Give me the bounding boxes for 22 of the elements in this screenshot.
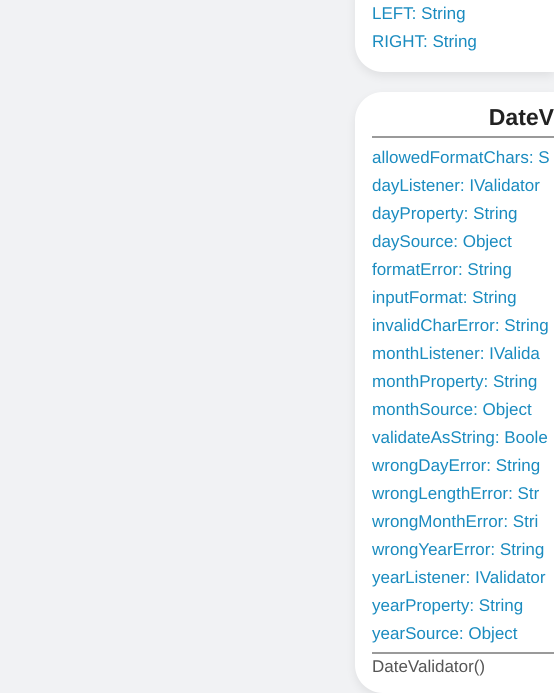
attribute-text: monthProperty: String	[372, 371, 538, 393]
attribute-text: yearListener: IValidator	[372, 567, 547, 589]
attribute-text: allowedFormatChars: S	[372, 147, 551, 169]
attribute-text: invalidCharError: String	[372, 315, 550, 337]
attribute-text: dayListener: IValidator	[372, 175, 541, 197]
attribute-text: wrongMonthError: Stri	[372, 511, 540, 533]
attribute-text: wrongLengthError: Str	[372, 483, 540, 505]
method-text: DateValidator()	[372, 656, 486, 678]
attribute-text: inputFormat: String	[372, 287, 518, 309]
attribute-text: monthSource: Object	[372, 399, 533, 421]
attribute-text: yearSource: Object	[372, 623, 519, 645]
attribute-text: wrongDayError: String	[372, 455, 542, 477]
attribute-text: daySource: Object	[372, 231, 513, 253]
attribute-text: validateAsString: Boole	[372, 427, 549, 449]
class-title: DateV	[488, 103, 554, 132]
attribute-text: dayProperty: String	[372, 203, 519, 225]
attribute-text: LEFT: String	[372, 3, 467, 25]
attribute-text: formatError: String	[372, 259, 513, 281]
attribute-text: yearProperty: String	[372, 595, 524, 617]
attribute-text: monthListener: IValida	[372, 343, 541, 365]
attribute-text: RIGHT: String	[372, 31, 478, 53]
attribute-text: wrongYearError: String	[372, 539, 546, 561]
